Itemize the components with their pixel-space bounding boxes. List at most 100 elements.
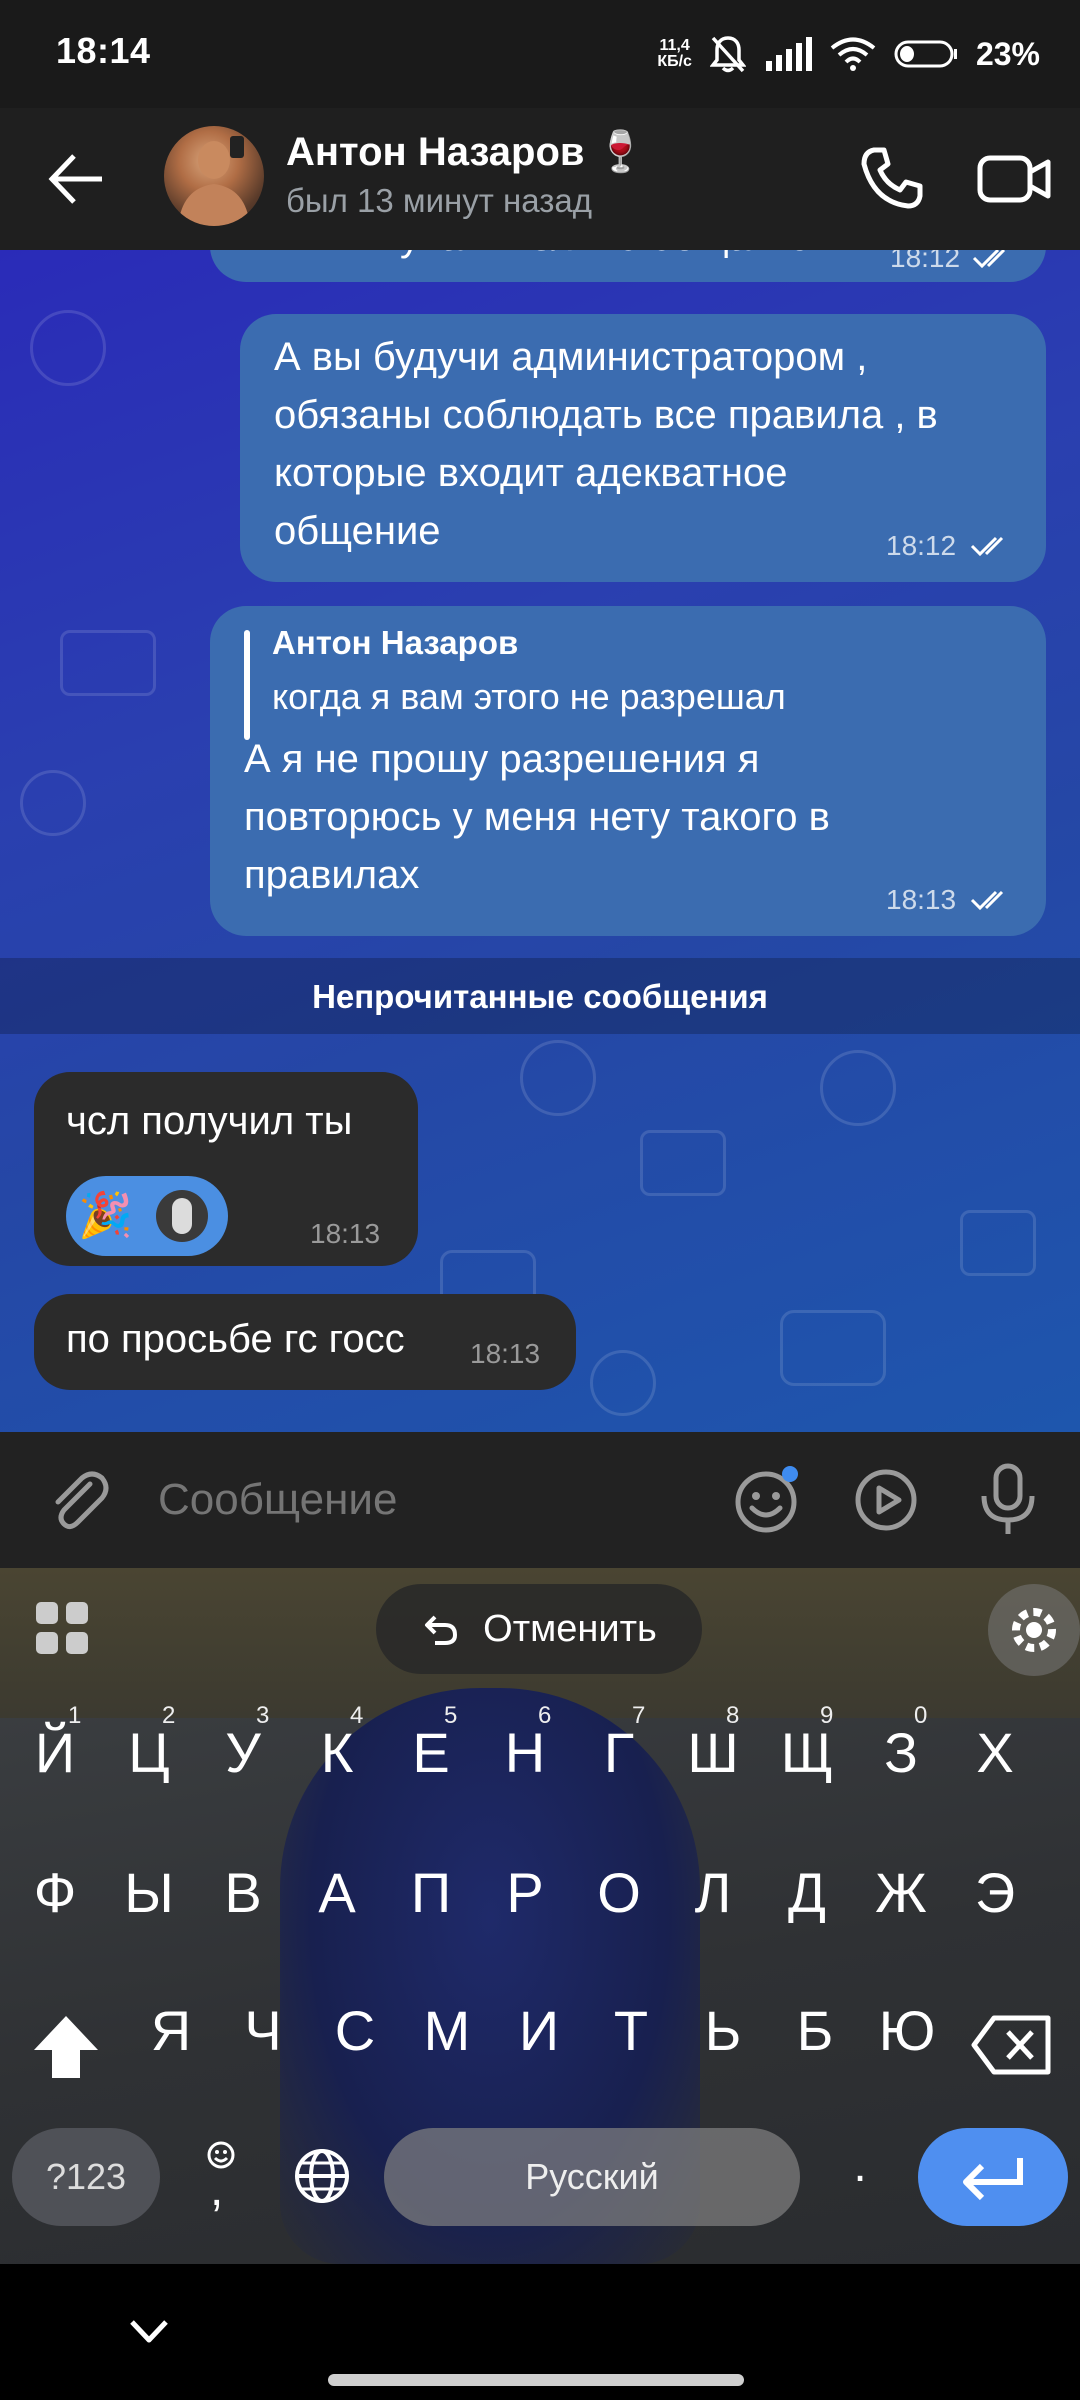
pattern-doodle (820, 1050, 896, 1126)
message-input[interactable] (158, 1470, 678, 1530)
globe-icon[interactable] (292, 2146, 352, 2206)
video-camera-icon[interactable] (974, 138, 1054, 218)
key-r3-2[interactable]: С (320, 1996, 390, 2066)
message-text: по просьбе гс госс (66, 1317, 405, 1361)
signal-icon (765, 37, 812, 71)
battery-icon (894, 40, 957, 68)
gear-icon (1012, 1608, 1056, 1652)
network-speed-value: 11,4 (659, 37, 690, 54)
chat-header: Антон Назаров 🍷 был 13 минут назад (0, 108, 1080, 250)
key-r3-8[interactable]: Ю (872, 1996, 942, 2066)
message-time: 18:13 (470, 1338, 541, 1369)
pattern-doodle (640, 1130, 726, 1196)
message-text: уважительно общаться (400, 250, 831, 266)
symbols-key[interactable]: ?123 (12, 2128, 160, 2226)
undo-label: Отменить (483, 1607, 657, 1650)
contact-avatar[interactable] (164, 126, 264, 226)
key-r2-7[interactable]: Л (678, 1858, 748, 1928)
space-key[interactable]: Русский (384, 2128, 800, 2226)
chevron-down-icon[interactable] (124, 2306, 174, 2356)
key-r3-6[interactable]: Ь (688, 1996, 758, 2066)
emoji-icon[interactable] (732, 1466, 800, 1534)
paperclip-icon[interactable] (44, 1466, 112, 1534)
contact-name[interactable]: Антон Назаров 🍷 (286, 128, 645, 175)
key-r3-0[interactable]: Я (136, 1996, 206, 2066)
message-bubble-outgoing[interactable]: уважительно общаться 18:12 (210, 250, 1046, 282)
status-time: 18:14 (56, 30, 151, 71)
phone-icon[interactable] (852, 138, 932, 218)
reactor-avatar (156, 1190, 208, 1242)
key-r3-1[interactable]: Ч (228, 1996, 298, 2066)
shift-icon[interactable] (28, 2010, 104, 2086)
status-icons: 11,4 КБ/с 23% (657, 30, 1040, 78)
message-text-line: которые входит адекватное (274, 451, 788, 495)
apps-grid-icon[interactable] (34, 1600, 90, 1656)
home-indicator[interactable] (328, 2374, 744, 2386)
key-hint: 4 (350, 1702, 364, 1729)
message-time: 18:12 (886, 530, 957, 561)
wifi-icon (830, 37, 876, 71)
key-r2-2[interactable]: В (208, 1858, 278, 1928)
key-r2-1[interactable]: Ы (114, 1858, 184, 1928)
undo-button[interactable]: Отменить (376, 1584, 702, 1674)
party-popper-icon: 🎉 (78, 1191, 133, 1240)
unread-messages-label: Непрочитанные сообщения (312, 978, 768, 1015)
message-text: чсл получил ты (66, 1099, 353, 1143)
back-arrow-icon[interactable] (44, 146, 110, 212)
key-r2-0[interactable]: Ф (20, 1858, 90, 1928)
reply-quote-bar (244, 630, 250, 740)
avatar-photo (178, 136, 250, 226)
key-r1-10[interactable]: Х (960, 1718, 1030, 1788)
reactor-avatar-figure (172, 1198, 192, 1234)
double-check-icon (972, 250, 1006, 269)
key-r2-6[interactable]: О (584, 1858, 654, 1928)
pattern-doodle (30, 310, 106, 386)
message-bubble-outgoing[interactable]: Антон Назаров когда я вам этого не разре… (210, 606, 1046, 936)
key-r3-4[interactable]: И (504, 1996, 574, 2066)
undo-icon (425, 1615, 458, 1645)
message-text-line: повторюсь у меня нету такого в (244, 795, 830, 839)
key-r2-3[interactable]: А (302, 1858, 372, 1928)
double-check-icon (970, 536, 1004, 557)
key-r2-9[interactable]: Ж (866, 1858, 936, 1928)
network-speed: 11,4 КБ/с (657, 38, 692, 70)
battery-percent: 23% (975, 35, 1040, 72)
message-time: 18:13 (310, 1218, 381, 1249)
key-r3-7[interactable]: Б (780, 1996, 850, 2066)
key-hint: 6 (538, 1702, 552, 1729)
comma-key-label: , (210, 2163, 224, 2216)
key-r2-10[interactable]: Э (960, 1858, 1030, 1928)
video-message-icon[interactable] (852, 1466, 920, 1534)
keyboard-settings-button[interactable] (988, 1584, 1080, 1676)
key-r2-4[interactable]: П (396, 1858, 466, 1928)
backspace-icon[interactable] (970, 2012, 1054, 2078)
key-hint: 7 (632, 1702, 646, 1729)
key-hint: 5 (444, 1702, 458, 1729)
pattern-doodle (960, 1210, 1036, 1276)
pattern-doodle (60, 630, 156, 696)
message-text-line: А я не прошу разрешения я (244, 737, 760, 781)
reply-author[interactable]: Антон Назаров (272, 624, 518, 662)
message-bubble-incoming[interactable]: по просьбе гс госс 18:13 (34, 1294, 576, 1390)
period-key[interactable]: . (840, 2138, 880, 2218)
pattern-doodle (590, 1350, 656, 1416)
emoji-comma-key[interactable]: , (196, 2140, 246, 2220)
key-r3-5[interactable]: Т (596, 1996, 666, 2066)
message-time: 18:13 (886, 884, 957, 915)
key-hint: 8 (726, 1702, 740, 1729)
key-r2-5[interactable]: Р (490, 1858, 560, 1928)
pattern-doodle (520, 1040, 596, 1116)
microphone-icon[interactable] (974, 1462, 1042, 1538)
message-bubble-outgoing[interactable]: А вы будучи администратором , обязаны со… (240, 314, 1046, 582)
enter-key[interactable] (918, 2128, 1068, 2226)
chat-messages-area[interactable]: уважительно общаться 18:12 А вы будучи а… (0, 250, 1080, 1432)
contact-last-seen: был 13 минут назад (286, 182, 592, 219)
key-r2-8[interactable]: Д (772, 1858, 842, 1928)
message-text-line: обязаны соблюдать все правила , в (274, 393, 938, 437)
message-bubble-incoming[interactable]: чсл получил ты 🎉 18:13 (34, 1072, 418, 1266)
key-r3-3[interactable]: М (412, 1996, 482, 2066)
message-text-line: А вы будучи администратором , (274, 335, 868, 379)
reply-text[interactable]: когда я вам этого не разрешал (272, 676, 786, 718)
key-hint: 0 (914, 1702, 928, 1729)
reaction-chip[interactable]: 🎉 (66, 1176, 228, 1256)
